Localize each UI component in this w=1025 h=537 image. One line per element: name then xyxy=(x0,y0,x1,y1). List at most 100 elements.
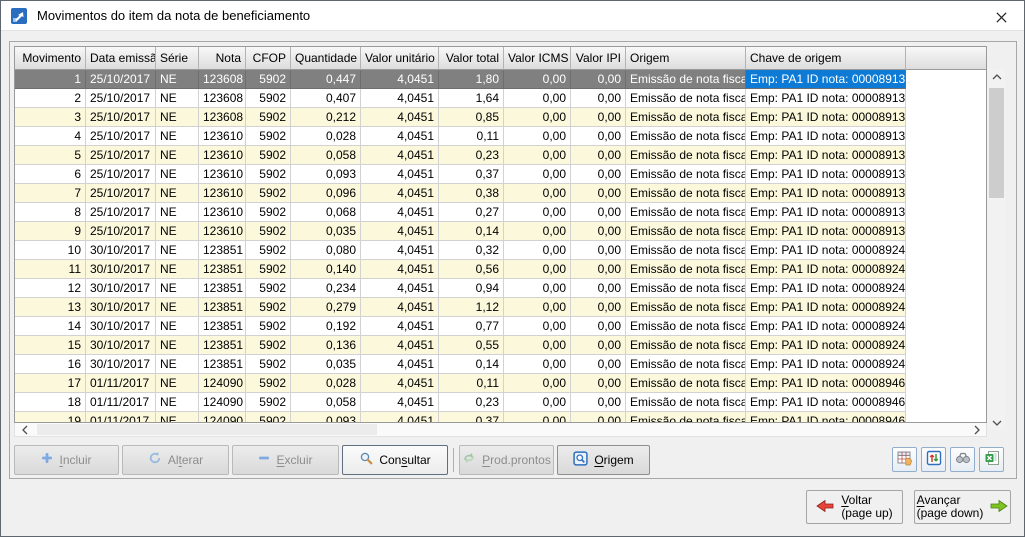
cell-valor-unitario: 4,0451 xyxy=(361,108,439,127)
cell-data-emissao: 25/10/2017 xyxy=(86,146,156,165)
cell-movimento: 3 xyxy=(15,108,86,127)
close-icon[interactable] xyxy=(992,8,1010,26)
vertical-scrollbar[interactable] xyxy=(988,69,1005,430)
table-row[interactable]: 1530/10/2017NE12385159020,1364,04510,550… xyxy=(15,336,986,355)
cell-quantidade: 0,035 xyxy=(291,355,361,374)
cell-valor-ipi: 0,00 xyxy=(571,203,626,222)
cell-valor-ipi: 0,00 xyxy=(571,241,626,260)
table-row[interactable]: 1901/11/2017NE12409059020,0934,04510,370… xyxy=(15,412,986,423)
cell-valor-total: 0,11 xyxy=(439,374,504,393)
table-row[interactable]: 225/10/2017NE12360859020,4074,04511,640,… xyxy=(15,89,986,108)
cell-quantidade: 0,234 xyxy=(291,279,361,298)
column-header-origem[interactable]: Origem xyxy=(626,47,746,70)
column-header-data-emissao[interactable]: Data emissão xyxy=(86,47,156,70)
column-header-movimento[interactable]: Movimento xyxy=(15,47,86,70)
vertical-scrollbar-thumb[interactable] xyxy=(989,88,1004,198)
column-header-valor-icms[interactable]: Valor ICMS xyxy=(504,47,571,70)
refresh-icon xyxy=(148,451,162,468)
consultar-button[interactable]: Consultar xyxy=(342,445,448,475)
cell-origem: Emissão de nota fiscal xyxy=(626,108,746,127)
column-header-nota[interactable]: Nota xyxy=(199,47,246,70)
column-header-chave-de-origem[interactable]: Chave de origem xyxy=(746,47,906,70)
cell-data-emissao: 30/10/2017 xyxy=(86,241,156,260)
cell-movimento: 14 xyxy=(15,317,86,336)
cell-movimento: 15 xyxy=(15,336,86,355)
column-header-valor-unitario[interactable]: Valor unitário xyxy=(361,47,439,70)
dialog-window: Movimentos do item da nota de beneficiam… xyxy=(0,0,1025,537)
cell-data-emissao: 30/10/2017 xyxy=(86,260,156,279)
column-header-valor-ipi[interactable]: Valor IPI xyxy=(571,47,626,70)
cell-valor-ipi: 0,00 xyxy=(571,127,626,146)
cell-nota: 123610 xyxy=(199,184,246,203)
table-row[interactable]: 525/10/2017NE12361059020,0584,04510,230,… xyxy=(15,146,986,165)
cell-chave-de-origem: Emp: PA1 ID nota: 000089137 xyxy=(746,222,906,241)
column-header-valor-total[interactable]: Valor total xyxy=(439,47,504,70)
avancar-page-down-button[interactable]: Avançar(page down) xyxy=(914,490,1011,524)
scroll-right-icon[interactable] xyxy=(969,423,984,436)
cell-data-emissao: 25/10/2017 xyxy=(86,127,156,146)
cell-valor-ipi: 0,00 xyxy=(571,70,626,89)
cell-cfop: 5902 xyxy=(246,298,291,317)
table-row[interactable]: 825/10/2017NE12361059020,0684,04510,270,… xyxy=(15,203,986,222)
cell-valor-icms: 0,00 xyxy=(504,165,571,184)
table-row[interactable]: 1801/11/2017NE12409059020,0584,04510,230… xyxy=(15,393,986,412)
cell-nota: 123610 xyxy=(199,146,246,165)
cell-serie: NE xyxy=(156,374,199,393)
table-row[interactable]: 925/10/2017NE12361059020,0354,04510,140,… xyxy=(15,222,986,241)
cell-chave-de-origem: Emp: PA1 ID nota: 000089247 xyxy=(746,260,906,279)
cell-chave-de-origem: Emp: PA1 ID nota: 000089137 xyxy=(746,146,906,165)
cell-nota: 123608 xyxy=(199,70,246,89)
cell-quantidade: 0,093 xyxy=(291,165,361,184)
sort-button[interactable] xyxy=(921,447,946,472)
recycle-icon xyxy=(462,451,476,468)
cell-valor-unitario: 4,0451 xyxy=(361,260,439,279)
cell-valor-icms: 0,00 xyxy=(504,108,571,127)
table-row[interactable]: 325/10/2017NE12360859020,2124,04510,850,… xyxy=(15,108,986,127)
table-row[interactable]: 625/10/2017NE12361059020,0934,04510,370,… xyxy=(15,165,986,184)
export-excel-button[interactable] xyxy=(979,447,1004,472)
cell-chave-de-origem: Emp: PA1 ID nota: 000089132 xyxy=(746,89,906,108)
scroll-left-icon[interactable] xyxy=(17,423,32,436)
binoculars-icon xyxy=(955,450,971,469)
table-row[interactable]: 1430/10/2017NE12385159020,1924,04510,770… xyxy=(15,317,986,336)
horizontal-scrollbar-thumb[interactable] xyxy=(37,424,377,435)
cell-valor-icms: 0,00 xyxy=(504,89,571,108)
scroll-down-icon[interactable] xyxy=(988,415,1005,430)
table-row[interactable]: 1030/10/2017NE12385159020,0804,04510,320… xyxy=(15,241,986,260)
cell-origem: Emissão de nota fiscal xyxy=(626,374,746,393)
voltar-page-up-button[interactable]: Voltar(page up) xyxy=(806,490,903,524)
table-row[interactable]: 1630/10/2017NE12385159020,0354,04510,140… xyxy=(15,355,986,374)
cell-nota: 123851 xyxy=(199,317,246,336)
cell-serie: NE xyxy=(156,165,199,184)
window-title: Movimentos do item da nota de beneficiam… xyxy=(37,8,310,23)
column-header-cfop[interactable]: CFOP xyxy=(246,47,291,70)
horizontal-scrollbar[interactable] xyxy=(14,423,987,437)
table-row[interactable]: 1701/11/2017NE12409059020,0284,04510,110… xyxy=(15,374,986,393)
cell-serie: NE xyxy=(156,146,199,165)
origem-button[interactable]: Origem xyxy=(557,445,650,475)
scroll-up-icon[interactable] xyxy=(988,69,1005,84)
find-button[interactable] xyxy=(950,447,975,472)
cell-serie: NE xyxy=(156,203,199,222)
cell-serie: NE xyxy=(156,127,199,146)
cell-nota: 123851 xyxy=(199,355,246,374)
column-header-serie[interactable]: Série xyxy=(156,47,199,70)
cell-cfop: 5902 xyxy=(246,393,291,412)
table-row[interactable]: 1330/10/2017NE12385159020,2794,04511,120… xyxy=(15,298,986,317)
table-row[interactable]: 1130/10/2017NE12385159020,1404,04510,560… xyxy=(15,260,986,279)
table-row[interactable]: 1230/10/2017NE12385159020,2344,04510,940… xyxy=(15,279,986,298)
cell-cfop: 5902 xyxy=(246,127,291,146)
column-header-quantidade[interactable]: Quantidade xyxy=(291,47,361,70)
table-row[interactable]: 125/10/2017NE12360859020,4474,04511,800,… xyxy=(15,70,986,89)
grid-settings-button[interactable] xyxy=(892,447,917,472)
cell-chave-de-origem: Emp: PA1 ID nota: 000089137 xyxy=(746,203,906,222)
cell-valor-ipi: 0,00 xyxy=(571,298,626,317)
cell-valor-unitario: 4,0451 xyxy=(361,374,439,393)
cell-data-emissao: 25/10/2017 xyxy=(86,70,156,89)
table-row[interactable]: 725/10/2017NE12361059020,0964,04510,380,… xyxy=(15,184,986,203)
cell-movimento: 16 xyxy=(15,355,86,374)
cell-valor-ipi: 0,00 xyxy=(571,336,626,355)
cell-serie: NE xyxy=(156,393,199,412)
table-row[interactable]: 425/10/2017NE12361059020,0284,04510,110,… xyxy=(15,127,986,146)
cell-valor-ipi: 0,00 xyxy=(571,412,626,423)
